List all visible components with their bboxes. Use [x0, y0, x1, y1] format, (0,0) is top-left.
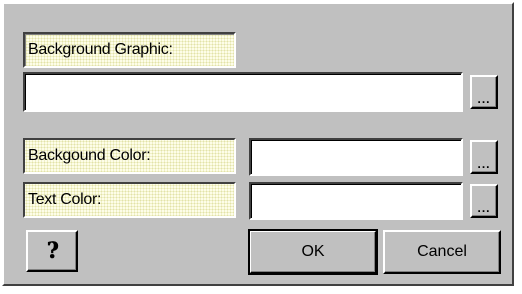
text-color-browse-button[interactable]: ...	[470, 184, 498, 218]
ellipsis-icon: ...	[477, 201, 491, 215]
ellipsis-icon: ...	[477, 157, 491, 171]
help-question-icon: ?	[46, 238, 58, 264]
cancel-button[interactable]: Cancel	[383, 230, 501, 274]
ok-button-label: OK	[301, 243, 325, 260]
background-color-label: Backgound Color:	[23, 138, 236, 174]
background-color-field[interactable]	[249, 138, 463, 176]
help-button[interactable]: ?	[26, 230, 78, 272]
properties-dialog: Background Graphic: ... Backgound Color:…	[2, 2, 514, 286]
background-graphic-field[interactable]	[23, 72, 463, 112]
text-color-field[interactable]	[249, 182, 463, 220]
ellipsis-icon: ...	[477, 92, 491, 106]
ok-button[interactable]: OK	[248, 229, 378, 275]
background-graphic-browse-button[interactable]: ...	[470, 75, 498, 109]
cancel-button-label: Cancel	[417, 243, 467, 260]
background-graphic-label: Background Graphic:	[23, 32, 236, 68]
text-color-label: Text Color:	[23, 182, 236, 218]
background-color-browse-button[interactable]: ...	[470, 140, 498, 174]
